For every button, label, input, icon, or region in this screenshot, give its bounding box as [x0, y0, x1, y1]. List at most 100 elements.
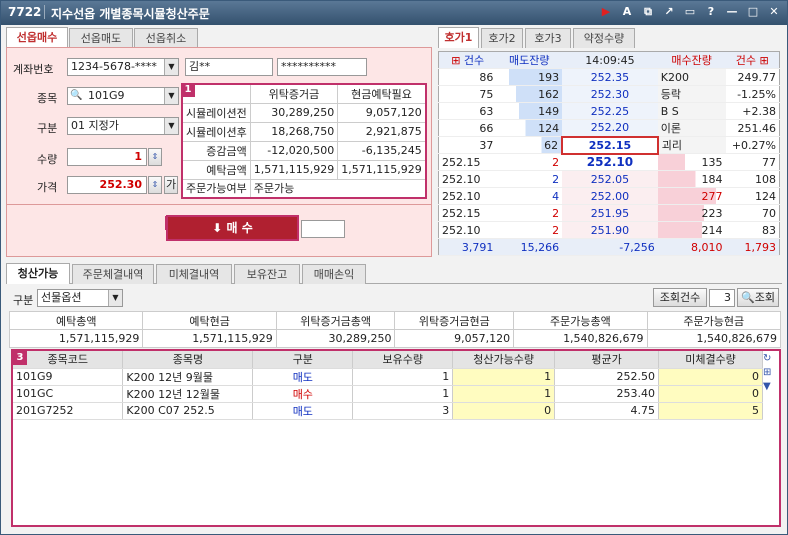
ob-current-price[interactable]: 252.15 [561, 135, 659, 155]
buy-submit-button[interactable]: ⬇ 매 수 [166, 215, 299, 241]
link-icon[interactable]: ↗ [662, 5, 676, 19]
search-icon[interactable]: 🔍 [70, 88, 82, 104]
price-input[interactable]: 252.30 [67, 176, 147, 194]
ob-price[interactable]: 252.30 [562, 85, 658, 103]
pos-cell[interactable]: 5 [658, 402, 763, 420]
ob-cell: 184 [657, 170, 726, 188]
summary-value: 1,540,826,679 [513, 329, 648, 348]
ob-cell: +2.38 [725, 102, 780, 120]
ob-cell: 124 [725, 187, 780, 205]
ob-cell: 70 [725, 204, 780, 222]
sim-header-2: 현금예탁필요 [337, 83, 427, 104]
badge-3: 3 [13, 351, 27, 365]
ob-price[interactable]: 251.90 [562, 221, 658, 239]
sim-row-label: 시뮬레이션후 [181, 121, 251, 142]
price-stepper[interactable]: ⇕ [148, 176, 162, 194]
tab-quote1[interactable]: 호가1 [438, 27, 479, 48]
avail-label: 주문가능여부 [181, 178, 251, 199]
pos-cell[interactable]: 0 [658, 368, 763, 386]
ob-cell: 124 [496, 119, 563, 137]
tab-quote2[interactable]: 호가2 [481, 28, 523, 48]
account-select[interactable]: 1234-5678-**** ▼ [67, 58, 179, 76]
font-icon[interactable]: A [620, 5, 634, 19]
positions-panel: 3 종목코드 종목명 구분 보유수량 청산가능수량 평균가 미체결수량 101G9 K200 … [11, 349, 781, 527]
ob-cell: 252.15 [438, 204, 497, 222]
sim-cell: -12,020,500 [249, 140, 339, 161]
popup-icon[interactable]: ⧉ [641, 5, 655, 19]
search-button[interactable]: 🔍조회 [737, 288, 779, 307]
ob-cell: 이론 [657, 119, 726, 137]
tab-cancel[interactable]: 선옵취소 [134, 28, 198, 48]
tab-quote3[interactable]: 호가3 [525, 28, 571, 48]
qty-input[interactable]: 1 [67, 148, 147, 166]
chevron-down-icon[interactable]: ▼ [164, 118, 178, 134]
pos-cell[interactable]: 0 [658, 385, 763, 403]
tab-buy[interactable]: 선옵매수 [6, 27, 68, 48]
ob-price[interactable]: 252.20 [562, 119, 658, 137]
table-row[interactable]: 201G7252 K200 C07 252.5 매도 3 0 4.75 5 [13, 402, 763, 420]
extra-input[interactable] [301, 220, 345, 238]
filter-select[interactable]: 선물옵션 ▼ [37, 289, 123, 307]
tab-unfilled[interactable]: 미체결내역 [156, 264, 232, 284]
close-icon[interactable]: ✕ [767, 5, 781, 19]
tab-volume[interactable]: 약정수량 [573, 28, 635, 48]
tab-fills[interactable]: 주문체결내역 [72, 264, 154, 284]
code-select[interactable]: 🔍 101G9 ▼ [67, 87, 179, 105]
flag-red-icon[interactable]: ▶ [599, 5, 613, 19]
search-icon: 🔍 [741, 291, 755, 304]
table-row[interactable]: 101G9 K200 12년 9월물 매도 1 1 252.50 0 [13, 368, 763, 386]
help-icon[interactable]: ? [704, 5, 718, 19]
simulation-table: 위탁증거금 현금예탁필요 시뮬레이션전 30,289,250 9,057,120 시뮬… [181, 83, 427, 199]
tab-sell[interactable]: 선옵매도 [69, 28, 133, 48]
ob-cell: -1.25% [725, 85, 780, 103]
ob-price[interactable]: 252.25 [562, 102, 658, 120]
sim-cell: 30,289,250 [249, 102, 339, 123]
type-select[interactable]: 01 지정가 ▼ [67, 117, 179, 135]
tab-holdings[interactable]: 보유잔고 [234, 264, 300, 284]
pos-cell: 252.50 [554, 368, 660, 386]
ob-cell: 214 [657, 221, 726, 239]
tab-liquidatable[interactable]: 청산가능 [6, 263, 70, 284]
minimize-icon[interactable]: — [725, 5, 739, 19]
pos-header: 미체결수량 [658, 351, 763, 369]
ob-price[interactable]: 252.05 [562, 170, 658, 188]
add-icon[interactable]: ⊞ [763, 367, 777, 378]
ob-price[interactable]: 251.95 [562, 204, 658, 222]
ob-cell: 86 [438, 68, 497, 86]
chevron-down-icon[interactable]: ▼ [164, 88, 178, 104]
pos-header: 평균가 [554, 351, 660, 369]
refresh-icon[interactable]: ↻ [763, 353, 777, 364]
pos-cell: 1 [352, 385, 454, 403]
chevron-down-icon[interactable]: ▼ [108, 290, 122, 306]
pos-cell[interactable]: 0 [452, 402, 556, 420]
tab-pnl[interactable]: 매매손익 [302, 264, 366, 284]
pos-cell[interactable]: 1 [452, 368, 556, 386]
qty-stepper[interactable]: ⇕ [148, 148, 162, 166]
pos-cell: 3 [352, 402, 454, 420]
count-value: 3 [709, 289, 735, 307]
badge-1: 1 [181, 83, 195, 97]
filter-value: 선물옵션 [41, 291, 82, 304]
main-window: 7722 지수선옵 개별종목시뮬청산주문 ▶ A ⧉ ↗ ▭ ? — □ ✕ 선… [0, 0, 788, 535]
summary-header: 위탁증거금현금 [394, 311, 515, 330]
expand-icon[interactable]: ⊞ [451, 54, 460, 67]
ob-cell: 2 [496, 153, 563, 171]
chevron-down-icon[interactable]: ▼ [164, 59, 178, 75]
password-field[interactable]: ********** [277, 58, 367, 76]
ob-header: 건수 [463, 54, 485, 67]
table-row[interactable]: 101GC K200 12년 12월물 매수 1 1 253.40 0 [13, 385, 763, 403]
maximize-icon[interactable]: □ [746, 5, 760, 19]
market-price-button[interactable]: 가 [164, 176, 178, 194]
owner-field: 김** [185, 58, 273, 76]
chevron-down-icon[interactable]: ▼ [763, 381, 777, 392]
sim-cell: 18,268,750 [249, 121, 339, 142]
ob-price[interactable]: 252.10 [562, 153, 658, 171]
sim-cell: 2,921,875 [337, 121, 427, 142]
pos-header: 종목명 [122, 351, 254, 369]
ob-price[interactable]: 252.00 [562, 187, 658, 205]
expand-icon[interactable]: ⊞ [760, 54, 769, 67]
sim-header-1: 위탁증거금 [249, 83, 339, 104]
pos-cell[interactable]: 1 [452, 385, 556, 403]
window-icon[interactable]: ▭ [683, 5, 697, 19]
ob-price[interactable]: 252.35 [562, 68, 658, 86]
